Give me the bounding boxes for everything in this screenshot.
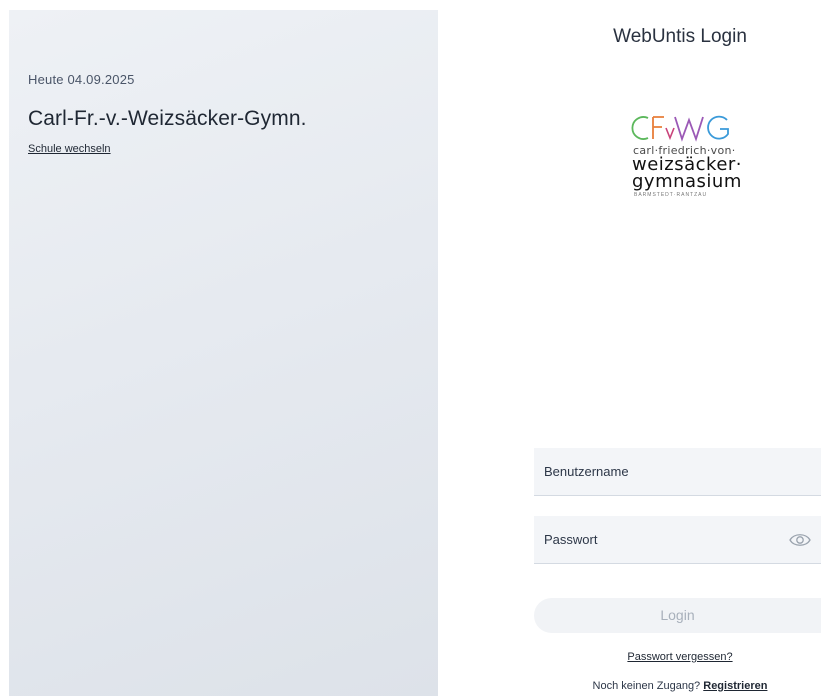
logo-text-line4: BARMSTEDT·RANTZAU xyxy=(634,192,708,198)
current-date: Heute 04.09.2025 xyxy=(28,72,135,87)
switch-school-link[interactable]: Schule wechseln xyxy=(28,143,111,155)
school-logo-letters xyxy=(631,115,729,142)
username-label: Benutzername xyxy=(544,464,629,479)
school-name: Carl-Fr.-v.-Weizsäcker-Gymn. xyxy=(28,107,307,130)
page-title: WebUntis Login xyxy=(613,26,747,47)
password-label: Passwort xyxy=(544,532,598,547)
eye-icon[interactable] xyxy=(789,531,811,549)
forgot-password-link[interactable]: Passwort vergessen? xyxy=(560,651,800,663)
username-field[interactable]: Benutzername xyxy=(534,448,821,496)
password-field[interactable]: Passwort xyxy=(534,516,821,564)
school-info-panel: Heute 04.09.2025 Carl-Fr.-v.-Weizsäcker-… xyxy=(9,10,438,696)
register-link[interactable]: Registrieren xyxy=(703,680,767,692)
no-access-text: Noch keinen Zugang? xyxy=(592,680,701,692)
register-line: Noch keinen Zugang? Registrieren xyxy=(560,680,800,692)
logo-text-line3: gymnasium xyxy=(632,171,742,192)
login-button[interactable]: Login xyxy=(534,598,821,633)
school-logo: carl·friedrich·von· weizsäcker· gymnasiu… xyxy=(622,110,742,206)
